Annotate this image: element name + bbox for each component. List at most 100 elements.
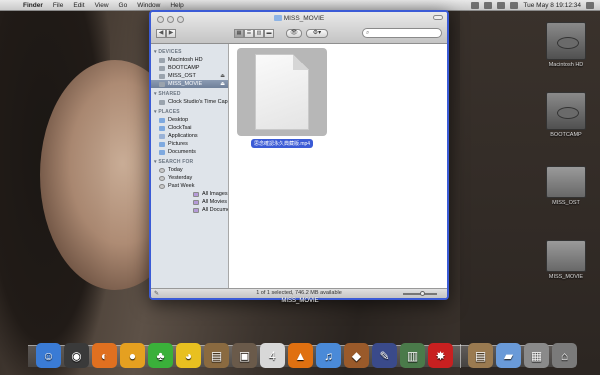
icon-view-button[interactable]: ▦	[234, 28, 244, 38]
finder-window: MISS_MOVIE ◀ ▶ ▦ ☰ ▥ ▬ 👁 ⚙▾ ⌕ DEVICES Ma…	[149, 10, 449, 300]
applications-icon	[159, 133, 165, 139]
sidebar-item-label: All Movies	[202, 199, 228, 205]
sidebar-item-all-images[interactable]: All Images	[151, 190, 228, 198]
spotlight-icon[interactable]	[586, 1, 594, 9]
sidebar-item-desktop[interactable]: Desktop	[151, 116, 228, 124]
icon-size-slider-knob[interactable]	[420, 291, 425, 296]
search-field[interactable]: ⌕	[362, 28, 442, 38]
menu-help[interactable]: Help	[165, 2, 188, 9]
window-caption: MISS_MOVIE	[281, 298, 319, 304]
clock-icon	[159, 167, 165, 173]
sidebar-item-label: Desktop	[168, 117, 189, 123]
sidebar-item-label: All Documents	[202, 207, 228, 213]
dock-dashboard-icon[interactable]: ◉	[64, 343, 89, 368]
action-menu-button[interactable]: ⚙▾	[306, 28, 328, 38]
dock-notes-icon[interactable]: ▤	[468, 343, 493, 368]
sidebar-section-search[interactable]: SEARCH FOR	[151, 156, 228, 166]
sidebar-section-shared[interactable]: SHARED	[151, 88, 228, 98]
eject-icon[interactable]: ⏏	[220, 80, 225, 88]
sidebar-item-past-week[interactable]: Past Week	[151, 182, 228, 190]
sidebar-item-miss-movie[interactable]: MISS_MOVIE ⏏	[151, 80, 228, 88]
toolbar: ◀ ▶ ▦ ☰ ▥ ▬ 👁 ⚙▾ ⌕	[151, 24, 447, 42]
sidebar-item-label: MISS_OST	[168, 73, 196, 79]
sidebar-item-label: Pictures	[168, 141, 188, 147]
dock-itunes-icon[interactable]: ♫	[316, 343, 341, 368]
external-drive-icon	[546, 240, 586, 272]
sidebar-item-documents[interactable]: Documents	[151, 148, 228, 156]
eject-icon[interactable]: ⏏	[220, 72, 225, 80]
desktop-drive-miss-movie[interactable]: MISS_MOVIE	[538, 240, 594, 280]
window-titlebar[interactable]: MISS_MOVIE ◀ ▶ ▦ ☰ ▥ ▬ 👁 ⚙▾ ⌕	[151, 12, 447, 44]
sidebar-item-pictures[interactable]: Pictures	[151, 140, 228, 148]
file-item[interactable]: 思念確認永久典藏版.mp4	[237, 48, 327, 148]
sidebar-item-yesterday[interactable]: Yesterday	[151, 174, 228, 182]
status-bar: ✎ 1 of 1 selected, 746.2 MB available	[151, 288, 447, 298]
dock-book-icon[interactable]: ▤	[204, 343, 229, 368]
sidebar-item-home[interactable]: ClockTsai	[151, 124, 228, 132]
dock-star-icon[interactable]: ✸	[428, 343, 453, 368]
sidebar-item-label: Yesterday	[168, 175, 193, 181]
dock-vlc-icon[interactable]: ▲	[288, 343, 313, 368]
menu-go[interactable]: Go	[114, 2, 133, 9]
sidebar-item-all-documents[interactable]: All Documents	[151, 206, 228, 214]
sidebar-item-label: MISS_MOVIE	[168, 81, 203, 87]
back-button[interactable]: ◀	[156, 28, 166, 38]
sidebar-section-devices[interactable]: DEVICES	[151, 46, 228, 56]
hard-drive-icon	[159, 57, 165, 63]
dock-photos-icon[interactable]: ▣	[232, 343, 257, 368]
dock-finder-icon[interactable]: ☺	[36, 343, 61, 368]
list-view-button[interactable]: ☰	[244, 28, 254, 38]
menu-extras: Tue May 8 19:12:34	[471, 1, 600, 9]
battery-icon[interactable]	[497, 1, 506, 9]
dock-stocks-icon[interactable]: ▥	[400, 343, 425, 368]
desktop-drive-macintosh-hd[interactable]: Macintosh HD	[538, 22, 594, 68]
volume-icon[interactable]	[484, 1, 493, 9]
dock-ball-icon[interactable]: ●	[120, 343, 145, 368]
menu-window[interactable]: Window	[132, 2, 165, 9]
sidebar-item-today[interactable]: Today	[151, 166, 228, 174]
drive-icon	[273, 15, 282, 22]
forward-button[interactable]: ▶	[166, 28, 176, 38]
sidebar-item-label: Macintosh HD	[168, 57, 203, 63]
coverflow-view-button[interactable]: ▬	[264, 28, 274, 38]
sidebar-item-time-capsule[interactable]: Clock Studio's Time Capsule	[151, 98, 228, 106]
sidebar-item-all-movies[interactable]: All Movies	[151, 198, 228, 206]
external-drive-icon	[159, 73, 165, 79]
menu-view[interactable]: View	[90, 2, 114, 9]
dock-script-icon[interactable]: ✎	[372, 343, 397, 368]
menubar-clock[interactable]: Tue May 8 19:12:34	[523, 2, 581, 9]
dock-trash-icon[interactable]: ⌂	[552, 343, 577, 368]
sidebar-item-miss-ost[interactable]: MISS_OST ⏏	[151, 72, 228, 80]
menu-finder[interactable]: Finder	[18, 2, 48, 9]
sidebar-item-label: Clock Studio's Time Capsule	[168, 99, 228, 105]
menu-file[interactable]: File	[48, 2, 68, 9]
sidebar-section-places[interactable]: PLACES	[151, 106, 228, 116]
dock-folder-icon[interactable]: ▰	[496, 343, 521, 368]
sidebar-item-label: ClockTsai	[168, 125, 192, 131]
quick-look-button[interactable]: 👁	[286, 28, 302, 38]
column-view-button[interactable]: ▥	[254, 28, 264, 38]
external-drive-icon	[159, 81, 165, 87]
input-flag-icon[interactable]	[510, 1, 519, 9]
desktop-drive-miss-ost[interactable]: MISS_OST	[538, 166, 594, 206]
menu-edit[interactable]: Edit	[68, 2, 89, 9]
dock-ical-icon[interactable]: 4	[260, 343, 285, 368]
file-name[interactable]: 思念確認永久典藏版.mp4	[251, 139, 313, 148]
desktop-drive-bootcamp[interactable]: BOOTCAMP	[538, 92, 594, 138]
sidebar-item-macintosh-hd[interactable]: Macintosh HD	[151, 56, 228, 64]
dock-android-icon[interactable]: ♣	[148, 343, 173, 368]
file-area[interactable]: 思念確認永久典藏版.mp4	[229, 44, 447, 288]
toolbar-toggle-button[interactable]	[433, 15, 443, 20]
dock-duck-icon[interactable]: ◕	[176, 343, 201, 368]
dock-documents-icon[interactable]: ▦	[524, 343, 549, 368]
smart-folder-icon	[193, 199, 199, 205]
wifi-icon[interactable]	[471, 1, 480, 9]
clock-icon	[159, 175, 165, 181]
sidebar-item-applications[interactable]: Applications	[151, 132, 228, 140]
sidebar-item-bootcamp[interactable]: BOOTCAMP	[151, 64, 228, 72]
dock: ☺ ◉ ◐ ● ♣ ◕ ▤ ▣ 4 ▲ ♫ ◆ ✎ ▥ ✸ ▤ ▰ ▦ ⌂	[36, 336, 577, 368]
sidebar-item-label: Applications	[168, 133, 198, 139]
home-icon	[159, 125, 165, 131]
dock-keynote-icon[interactable]: ◆	[344, 343, 369, 368]
dock-firefox-icon[interactable]: ◐	[92, 343, 117, 368]
